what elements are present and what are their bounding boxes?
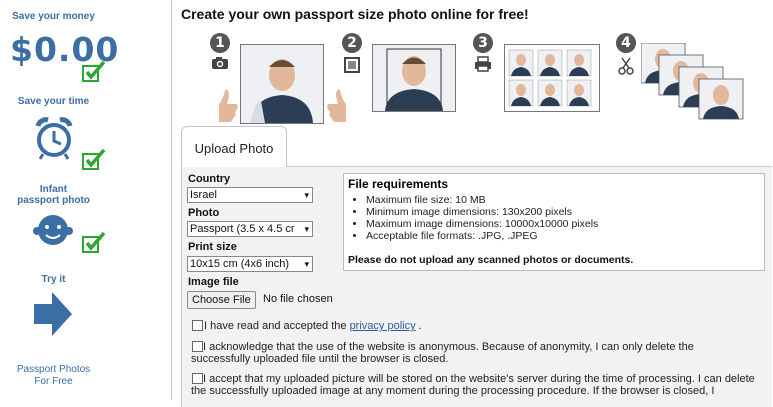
photo-label: Photo — [188, 207, 220, 219]
storage-agreement: I accept that my uploaded picture will b… — [191, 373, 755, 397]
save-money-label: Save your money — [12, 11, 95, 22]
privacy-policy-link[interactable]: privacy policy — [350, 320, 416, 332]
file-requirements-box: File requirements Maximum file size: 10 … — [343, 173, 765, 271]
requirement-item: Maximum file size: 10 MB — [366, 194, 598, 206]
privacy-agreement: I have read and accepted the privacy pol… — [204, 320, 764, 332]
step-3-print-sheet — [504, 44, 600, 112]
printer-icon — [475, 56, 491, 72]
choose-file-button[interactable]: Choose File — [187, 291, 256, 309]
crop-icon — [344, 57, 360, 73]
thumbs-up-icon — [327, 89, 346, 122]
chevron-down-icon: ▾ — [302, 222, 309, 236]
thumbs-up-icon — [219, 89, 238, 122]
no-file-text: No file chosen — [263, 293, 333, 305]
file-requirements-title: File requirements — [348, 177, 449, 191]
footer-label-line1: Passport Photos — [16, 364, 91, 375]
tab-upload-photo[interactable]: Upload Photo — [181, 126, 287, 167]
print-size-select[interactable]: 10x15 cm (4x6 inch) ▾ — [187, 256, 313, 272]
requirement-item: Minimum image dimensions: 130x200 pixels — [366, 206, 598, 218]
privacy-checkbox[interactable] — [192, 320, 203, 331]
anonymity-agreement: I acknowledge that the use of the websit… — [191, 341, 694, 365]
country-select[interactable]: Israel ▾ — [187, 187, 313, 203]
image-file-label: Image file — [188, 276, 239, 288]
camera-icon — [212, 57, 228, 69]
alarm-clock-icon — [35, 117, 73, 160]
step-2-badge: 2 — [342, 33, 362, 53]
try-it-label[interactable]: Try it — [0, 274, 107, 286]
vertical-divider — [171, 0, 172, 400]
step-3-badge: 3 — [473, 33, 493, 53]
infant-label-line2: passport photo — [17, 195, 90, 206]
checkmark-icon — [82, 231, 106, 253]
step-4-badge: 4 — [616, 33, 636, 53]
footer-label-line2: For Free — [34, 376, 73, 387]
chevron-down-icon: ▾ — [304, 259, 309, 269]
arrow-right-icon[interactable] — [32, 290, 74, 338]
baby-face-icon — [33, 215, 73, 245]
checkmark-icon — [82, 60, 106, 82]
privacy-suffix: . — [415, 320, 422, 332]
privacy-text: I have read and accepted the — [204, 320, 350, 332]
print-size-select-value: 10x15 cm (4x6 inch) — [190, 258, 290, 270]
country-label: Country — [188, 173, 231, 185]
step-1-photo — [240, 44, 324, 124]
sidebar: Save your money $0.00 Save your time Inf… — [0, 0, 118, 400]
photo-select[interactable]: Passport (3.5 x 4.5 cr ▾ — [187, 221, 313, 237]
step-2-photo — [372, 44, 456, 112]
requirement-item: Acceptable file formats: .JPG, .JPEG — [366, 230, 598, 242]
step-1-badge: 1 — [210, 33, 230, 53]
save-time-label: Save your time — [17, 96, 90, 107]
requirement-item: Maximum image dimensions: 10000x10000 pi… — [366, 218, 598, 230]
scissors-icon — [618, 57, 634, 75]
checkmark-icon — [82, 148, 106, 170]
photo-select-value: Passport (3.5 x 4.5 cr — [190, 223, 295, 235]
country-select-value: Israel — [190, 189, 217, 201]
page-title: Create your own passport size photo onli… — [181, 6, 529, 22]
chevron-down-icon: ▾ — [304, 190, 309, 200]
print-size-label: Print size — [188, 241, 237, 253]
scan-warning: Please do not upload any scanned photos … — [348, 254, 634, 266]
step-4-cut-photos — [641, 43, 744, 120]
file-requirements-list: Maximum file size: 10 MB Minimum image d… — [348, 194, 598, 242]
